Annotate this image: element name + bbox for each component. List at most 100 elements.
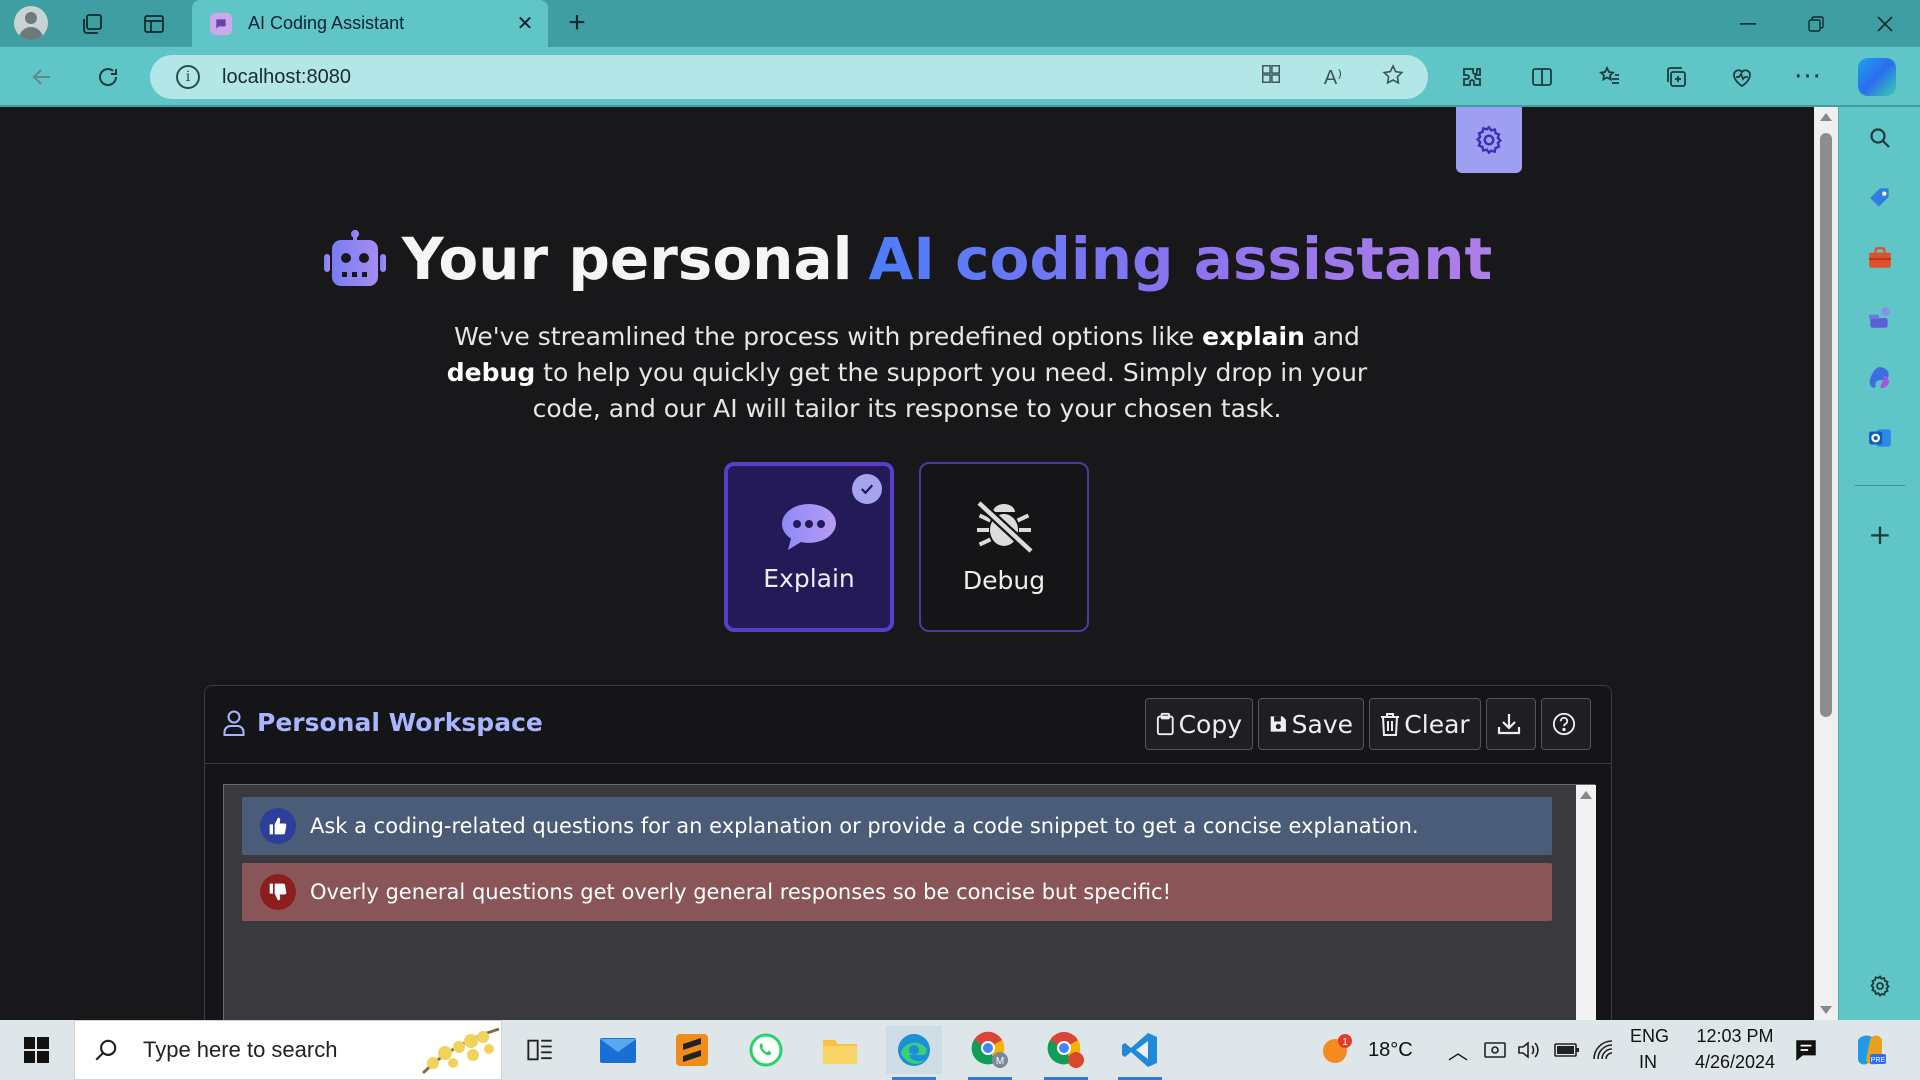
mode-explain-label: Explain bbox=[763, 563, 855, 593]
svg-text:M: M bbox=[996, 1056, 1004, 1067]
trash-icon bbox=[1381, 713, 1400, 736]
taskbar-search[interactable]: Type here to search bbox=[74, 1020, 502, 1080]
floppy-disk-icon bbox=[1270, 716, 1286, 732]
close-window-button[interactable] bbox=[1855, 0, 1915, 47]
mail-app-icon[interactable] bbox=[590, 1026, 646, 1074]
workspace-header: Personal Workspace Copy Save Clear bbox=[205, 686, 1611, 764]
profile-avatar[interactable] bbox=[14, 6, 48, 40]
clear-button[interactable]: Clear bbox=[1369, 698, 1481, 750]
clock-date[interactable]: 4/26/2024 bbox=[1680, 1052, 1790, 1073]
gear-icon bbox=[1476, 125, 1502, 155]
search-highlight-image bbox=[421, 1027, 500, 1075]
mode-debug-label: Debug bbox=[962, 565, 1046, 595]
sidebar-settings-icon[interactable] bbox=[1863, 969, 1897, 1003]
browser-essentials-icon[interactable] bbox=[1722, 57, 1762, 97]
vscode-icon[interactable] bbox=[1112, 1026, 1168, 1080]
search-icon[interactable] bbox=[1863, 121, 1897, 155]
new-tab-button[interactable]: + bbox=[558, 6, 596, 42]
edge-sidebar: + bbox=[1838, 107, 1920, 1020]
add-icon[interactable]: + bbox=[1863, 517, 1897, 551]
windows-start-icon[interactable] bbox=[14, 1034, 58, 1066]
clipboard-icon bbox=[1156, 712, 1174, 736]
hero-description: We've streamlined the process with prede… bbox=[446, 322, 1368, 423]
weather-temp[interactable]: 18°C bbox=[1368, 1039, 1413, 1062]
mode-explain-card[interactable]: Explain bbox=[724, 462, 894, 632]
vertical-tabs-icon[interactable] bbox=[136, 6, 172, 42]
extensions-icon[interactable] bbox=[1452, 57, 1492, 97]
active-tab[interactable]: AI Coding Assistant ✕ bbox=[192, 0, 548, 47]
tab-close-icon[interactable]: ✕ bbox=[514, 12, 536, 34]
tab-title: AI Coding Assistant bbox=[248, 13, 405, 33]
personal-workspace-panel: Personal Workspace Copy Save Clear Ask a… bbox=[204, 685, 1612, 1020]
copy-button[interactable]: Copy bbox=[1145, 698, 1253, 750]
scroll-thumb[interactable] bbox=[1820, 133, 1832, 717]
tray-chevron-icon[interactable]: ︿ bbox=[1448, 1036, 1468, 1065]
scroll-down-arrow[interactable] bbox=[1820, 1006, 1832, 1014]
outlook-icon[interactable] bbox=[1863, 421, 1897, 455]
title-accent: AI coding assistant bbox=[868, 225, 1493, 293]
back-button[interactable] bbox=[22, 57, 62, 97]
task-view-icon[interactable] bbox=[512, 1026, 568, 1074]
clock-time[interactable]: 12:03 PM bbox=[1680, 1026, 1790, 1047]
refresh-button[interactable] bbox=[88, 57, 128, 97]
split-screen-icon[interactable] bbox=[1522, 57, 1562, 97]
favorite-star-icon[interactable] bbox=[1378, 63, 1408, 93]
shopping-tag-icon[interactable] bbox=[1863, 181, 1897, 215]
browser-toolbar: i localhost:8080 A⁾ ··· bbox=[0, 47, 1920, 107]
sidebar-divider bbox=[1855, 485, 1905, 486]
battery-icon[interactable] bbox=[1550, 1026, 1584, 1074]
copilot-taskbar-icon[interactable]: PRE bbox=[1846, 1026, 1894, 1074]
app-available-icon[interactable] bbox=[1256, 63, 1286, 93]
collections-icon[interactable] bbox=[1656, 57, 1696, 97]
favorites-icon[interactable] bbox=[1590, 57, 1630, 97]
volume-icon[interactable] bbox=[1514, 1026, 1544, 1074]
workspace-content[interactable]: Ask a coding-related questions for an ex… bbox=[223, 784, 1596, 1020]
question-circle-icon bbox=[1552, 712, 1576, 736]
games-icon[interactable] bbox=[1863, 301, 1897, 335]
tray-device-icon[interactable] bbox=[1480, 1026, 1510, 1074]
chat-bubble-icon bbox=[782, 503, 836, 550]
title-plain: Your personal bbox=[401, 225, 853, 293]
scroll-up-arrow[interactable] bbox=[1820, 113, 1832, 121]
user-icon bbox=[223, 710, 245, 736]
tip-good-text: Ask a coding-related questions for an ex… bbox=[310, 814, 1419, 838]
whatsapp-icon[interactable] bbox=[738, 1026, 794, 1074]
search-placeholder: Type here to search bbox=[143, 1037, 338, 1062]
thumbs-up-icon bbox=[260, 808, 296, 844]
bug-slash-icon bbox=[975, 499, 1035, 554]
microsoft-365-icon[interactable] bbox=[1863, 361, 1897, 395]
browser-titlebar: AI Coding Assistant ✕ + bbox=[0, 0, 1920, 47]
notifications-icon[interactable] bbox=[1786, 1026, 1826, 1074]
minimize-button[interactable] bbox=[1718, 0, 1778, 47]
search-icon bbox=[95, 1039, 117, 1061]
help-button[interactable] bbox=[1541, 698, 1591, 750]
copilot-icon[interactable] bbox=[1858, 58, 1896, 96]
download-button[interactable] bbox=[1486, 698, 1536, 750]
settings-button[interactable] bbox=[1456, 107, 1522, 173]
page-viewport: Your personal AI coding assistant We've … bbox=[0, 107, 1814, 1020]
robot-icon bbox=[323, 230, 386, 286]
workspace-scrollbar[interactable] bbox=[1576, 785, 1596, 1020]
wifi-icon[interactable] bbox=[1588, 1026, 1618, 1074]
url-text: localhost:8080 bbox=[222, 66, 351, 88]
more-menu-icon[interactable]: ··· bbox=[1788, 57, 1828, 97]
save-button[interactable]: Save bbox=[1258, 698, 1364, 750]
edge-browser-icon[interactable] bbox=[886, 1026, 942, 1080]
workspaces-icon[interactable] bbox=[74, 6, 110, 42]
workspace-title: Personal Workspace bbox=[223, 708, 543, 737]
read-aloud-icon[interactable]: A⁾ bbox=[1318, 63, 1348, 93]
address-bar[interactable]: i localhost:8080 A⁾ bbox=[150, 55, 1428, 99]
language-code[interactable]: ENG bbox=[1630, 1026, 1669, 1047]
chrome-profile-icon[interactable] bbox=[1038, 1026, 1094, 1080]
check-icon bbox=[852, 474, 882, 504]
chrome-profile-m-icon[interactable]: M bbox=[962, 1026, 1018, 1080]
site-info-icon[interactable]: i bbox=[176, 65, 200, 89]
file-explorer-icon[interactable] bbox=[812, 1026, 868, 1074]
language-region[interactable]: IN bbox=[1630, 1052, 1666, 1073]
weather-icon[interactable]: 1 bbox=[1316, 1026, 1356, 1074]
page-scrollbar[interactable] bbox=[1814, 107, 1838, 1020]
restore-button[interactable] bbox=[1786, 0, 1846, 47]
tools-icon[interactable] bbox=[1863, 241, 1897, 275]
sublime-text-icon[interactable] bbox=[664, 1026, 720, 1074]
mode-debug-card[interactable]: Debug bbox=[919, 462, 1089, 632]
